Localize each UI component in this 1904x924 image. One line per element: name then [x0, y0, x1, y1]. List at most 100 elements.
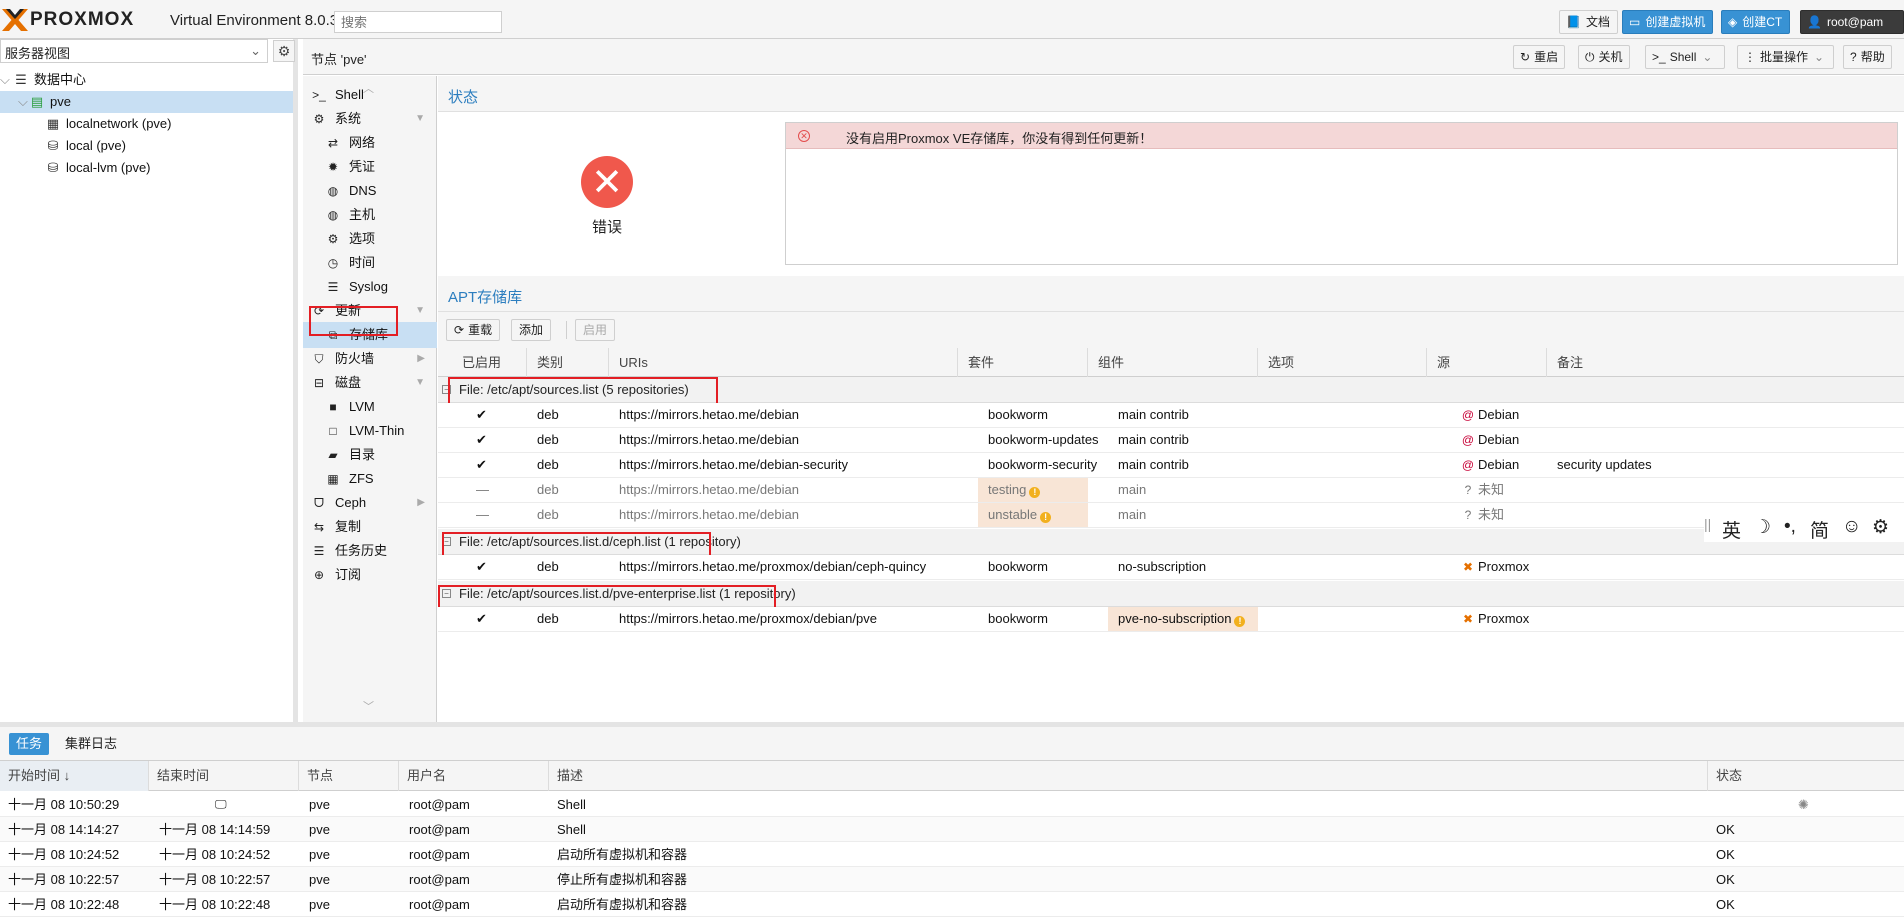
menu-item-time[interactable]: ◷ 时间 — [303, 250, 437, 276]
menu-item-firewall[interactable]: ⛉ 防火墙 ▶ — [303, 346, 437, 372]
tree-item-localnetwork[interactable]: ▦ localnetwork (pve) — [44, 113, 172, 135]
search-input[interactable] — [334, 11, 502, 33]
task-row[interactable]: 十一月 08 10:22:57 十一月 08 10:22:57 pve root… — [0, 867, 1904, 892]
chevron-down-icon[interactable]: ⌵ — [18, 91, 28, 113]
repo-row[interactable]: ✔ deb https://mirrors.hetao.me/proxmox/d… — [438, 607, 1904, 632]
docs-button[interactable]: 📘 文档 — [1559, 10, 1618, 34]
network-grid-icon: ▦ — [46, 116, 60, 131]
ellipsis-vertical-icon: ⋮ — [1744, 50, 1756, 64]
col-description[interactable]: 描述 — [549, 761, 1708, 791]
task-row[interactable]: 十一月 08 10:50:29 🖵 pve root@pam Shell ✺ — [0, 792, 1904, 817]
col-user[interactable]: 用户名 — [399, 761, 549, 791]
col-suite[interactable]: 套件 — [958, 348, 1088, 377]
reboot-button[interactable]: ↻ 重启 — [1513, 45, 1566, 69]
menu-item-dns[interactable]: ◍ DNS — [303, 178, 437, 204]
node-title: 节点 'pve' — [311, 52, 367, 67]
chevron-down-icon[interactable]: ﹀ — [363, 698, 374, 714]
chevron-down-icon[interactable]: ⌵ — [0, 69, 12, 91]
monitor-icon[interactable]: 🖵 — [215, 792, 227, 817]
tree-item-local[interactable]: ⛁ local (pve) — [44, 135, 126, 157]
task-user: root@pam — [409, 847, 470, 862]
version-label: Virtual Environment 8.0.3 — [170, 12, 339, 29]
menu-item-syslog[interactable]: ☰ Syslog — [303, 274, 437, 300]
gear-icon[interactable]: ⚙ — [273, 40, 295, 62]
task-node: pve — [309, 822, 330, 837]
drag-handle-icon[interactable]: || — [1704, 516, 1711, 532]
repo-row[interactable]: — deb https://mirrors.hetao.me/debian te… — [438, 478, 1904, 503]
question-icon: ? — [1464, 483, 1472, 497]
menu-item-certificates[interactable]: ✹ 凭证 — [303, 154, 437, 180]
menu-item-directory[interactable]: ▰ 目录 — [303, 442, 437, 468]
proxmox-logo[interactable]: PROXMOX — [2, 9, 164, 31]
view-selector[interactable]: 服务器视图 ⌄ — [0, 39, 268, 63]
moon-icon[interactable]: ☽ — [1754, 516, 1771, 539]
col-type[interactable]: 类别 — [527, 348, 609, 377]
repo-row[interactable]: — deb https://mirrors.hetao.me/debian un… — [438, 503, 1904, 528]
repo-row[interactable]: ✔ deb https://mirrors.hetao.me/proxmox/d… — [438, 555, 1904, 580]
task-row[interactable]: 十一月 08 10:24:52 十一月 08 10:24:52 pve root… — [0, 842, 1904, 867]
tree-datacenter[interactable]: ⌵ ☰ 数据中心 — [0, 69, 293, 91]
create-vm-button[interactable]: ▭ 创建虚拟机 — [1622, 10, 1714, 34]
repo-origin: ✖ Proxmox — [1461, 555, 1529, 579]
help-button[interactable]: ? 帮助 — [1843, 45, 1892, 69]
folder-icon: ▰ — [328, 448, 338, 462]
status-title: 状态 — [448, 89, 479, 106]
menu-item-shell[interactable]: >_ Shell — [303, 82, 437, 108]
terminal-icon: >_ — [1652, 50, 1666, 64]
col-components[interactable]: 组件 — [1088, 348, 1258, 377]
menu-item-subscription[interactable]: ⊕ 订阅 — [303, 562, 437, 588]
repo-suite: unstable! — [978, 503, 1088, 527]
ime-language-toggle[interactable]: 英 — [1722, 516, 1741, 543]
reload-button[interactable]: ⟳ 重载 — [446, 319, 501, 341]
menu-item-options[interactable]: ⚙ 选项 — [303, 226, 437, 252]
task-row[interactable]: 十一月 08 14:14:27 十一月 08 14:14:59 pve root… — [0, 817, 1904, 842]
ime-simplified-toggle[interactable]: 简 — [1810, 516, 1829, 543]
col-start-time[interactable]: 开始时间 ↓ — [0, 761, 149, 791]
menu-item-network[interactable]: ⇄ 网络 — [303, 130, 437, 156]
tree-node-pve[interactable]: ⌵ ▤ pve — [0, 91, 293, 113]
col-uris[interactable]: URIs — [609, 348, 958, 377]
enable-button[interactable]: 启用 — [575, 319, 616, 341]
menu-item-disks[interactable]: ⊟ 磁盘 ▼ — [303, 370, 437, 396]
shutdown-button[interactable]: ⏻ 关机 — [1578, 45, 1630, 69]
tree-item-local-lvm[interactable]: ⛁ local-lvm (pve) — [44, 157, 151, 179]
repo-row[interactable]: ✔ deb https://mirrors.hetao.me/debian bo… — [438, 428, 1904, 453]
repo-row[interactable]: ✔ deb https://mirrors.hetao.me/debian bo… — [438, 403, 1904, 428]
menu-item-zfs[interactable]: ▦ ZFS — [303, 466, 437, 492]
repo-row[interactable]: ✔ deb https://mirrors.hetao.me/debian-se… — [438, 453, 1904, 478]
menu-item-replication[interactable]: ⇆ 复制 — [303, 514, 437, 540]
check-icon: ✔ — [476, 432, 487, 447]
exchange-icon: ⇄ — [327, 136, 339, 150]
create-ct-button[interactable]: ◈ 创建CT — [1721, 10, 1791, 34]
col-enabled[interactable]: 已启用 — [438, 348, 527, 377]
gear-icon[interactable]: ⚙ — [1872, 516, 1889, 539]
grid-header: 已启用 类别 URIs 套件 组件 选项 源 备注 — [438, 348, 1904, 377]
repo-uri: https://mirrors.hetao.me/debian — [619, 482, 799, 497]
menu-item-lvm[interactable]: ■ LVM — [303, 394, 437, 420]
col-comment[interactable]: 备注 — [1547, 348, 1904, 377]
repo-uri: https://mirrors.hetao.me/debian — [619, 407, 799, 422]
menu-item-system[interactable]: ⚙ 系统 ▼ — [303, 106, 437, 132]
menu-item-ceph[interactable]: ᗜ Ceph ▶ — [303, 490, 437, 516]
emoji-icon[interactable]: ☺ — [1842, 516, 1861, 538]
menu-item-task-history[interactable]: ☰ 任务历史 — [303, 538, 437, 564]
menu-item-hosts[interactable]: ◍ 主机 — [303, 202, 437, 228]
col-node[interactable]: 节点 — [299, 761, 399, 791]
add-button[interactable]: 添加 — [511, 319, 552, 341]
col-options[interactable]: 选项 — [1258, 348, 1427, 377]
tab-tasks[interactable]: 任务 — [9, 733, 50, 755]
apt-title: APT存储库 — [448, 289, 523, 306]
repo-suite: testing! — [978, 478, 1088, 502]
col-status[interactable]: 状态 — [1708, 761, 1904, 791]
shell-button[interactable]: >_ Shell ⌄ — [1645, 45, 1725, 69]
bulk-actions-button[interactable]: ⋮ 批量操作 ⌄ — [1737, 45, 1834, 69]
user-menu-button[interactable]: 👤 root@pam — [1800, 10, 1904, 34]
punctuation-icon[interactable]: •, — [1784, 516, 1796, 538]
menu-item-lvm-thin[interactable]: □ LVM-Thin — [303, 418, 437, 444]
col-end-time[interactable]: 结束时间 — [149, 761, 299, 791]
task-node: pve — [309, 897, 330, 912]
task-row[interactable]: 十一月 08 10:22:48 十一月 08 10:22:48 pve root… — [0, 892, 1904, 917]
task-user: root@pam — [409, 822, 470, 837]
col-origin[interactable]: 源 — [1427, 348, 1547, 377]
tab-cluster-log[interactable]: 集群日志 — [58, 733, 124, 755]
